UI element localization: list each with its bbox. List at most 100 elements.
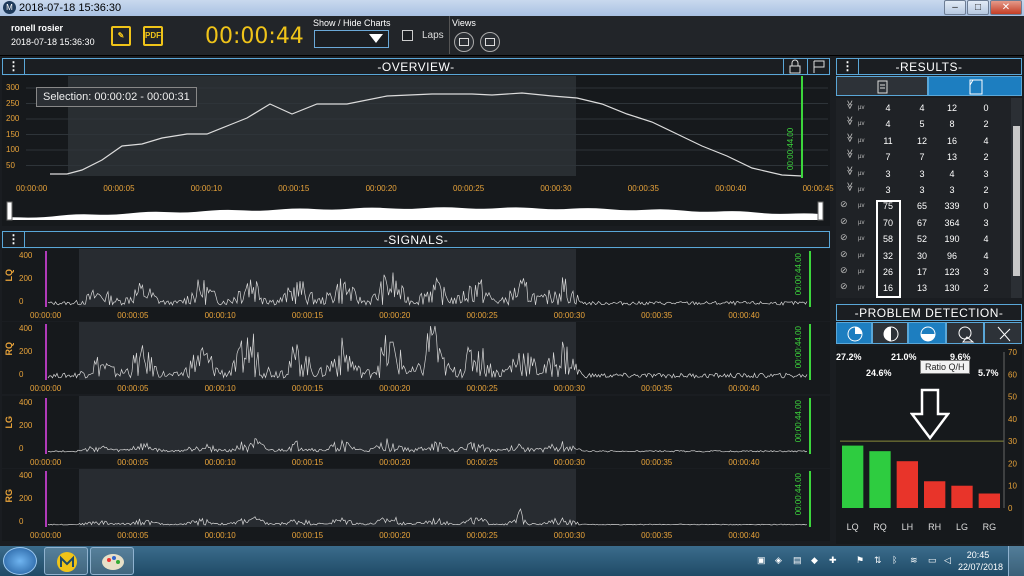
table-row[interactable]: ⊘ µv 70 67 364 3 [836, 215, 1011, 231]
table-row[interactable]: ≫ µv 3 3 3 2 [836, 182, 1011, 198]
table-row[interactable]: ⊘ µv 26 17 123 3 [836, 264, 1011, 280]
volume-icon[interactable]: ◁ [944, 555, 954, 565]
table-cell: 96 [946, 250, 957, 261]
notes-icon[interactable]: ✎ [111, 26, 131, 46]
minimize-button[interactable]: – [944, 0, 966, 15]
tray-icon-arrows[interactable]: ⇅ [874, 555, 884, 565]
range-handle-right[interactable] [817, 201, 824, 221]
unit-label: µv [858, 170, 865, 177]
overview-x-tick: 00:00:15 [278, 184, 310, 193]
results-scrollbar[interactable] [1011, 98, 1022, 298]
battery-icon[interactable]: ▭ [928, 555, 938, 565]
symmetry-tab[interactable] [872, 322, 908, 344]
signal-x-tick: 00:00:35 [641, 311, 673, 320]
laps-label: Laps [422, 30, 444, 41]
double-chevron-icon: ≫ [845, 132, 855, 143]
results-tab-detail[interactable] [928, 76, 1022, 96]
view-single-button[interactable] [454, 32, 474, 52]
overview-x-tick: 00:00:40 [715, 184, 747, 193]
warning-tab[interactable] [946, 322, 984, 344]
table-cell: 123 [944, 267, 960, 277]
view-dual-button[interactable] [480, 32, 500, 52]
bar-lg[interactable] [951, 485, 973, 508]
wifi-icon[interactable]: ≋ [910, 555, 920, 565]
signal-y-tick: 0 [19, 444, 24, 453]
flag-icon[interactable] [807, 59, 829, 74]
table-row[interactable]: ⊘ µv 75 65 339 0 [836, 198, 1011, 214]
signal-channel-rq[interactable]: RQ 400 200 0 00:00:00 00:00:05 00:00:10 00:00:1… [2, 322, 830, 394]
tray-icon-shield[interactable]: ◆ [811, 555, 821, 565]
arrow-down-icon [910, 388, 950, 440]
disabled-tab[interactable] [984, 322, 1022, 344]
taskbar-clock[interactable]: 20:45 22/07/2018 [958, 549, 1003, 573]
signal-x-tick: 00:00:25 [466, 384, 498, 393]
table-row[interactable]: ⊘ µv 32 30 96 4 [836, 248, 1011, 264]
lock-icon[interactable] [783, 59, 805, 74]
selection-region [79, 469, 576, 527]
bar-rg[interactable] [978, 493, 1000, 508]
monitor-icon [485, 38, 495, 46]
session-date: 2018-07-18 15:36:30 [11, 37, 95, 47]
signal-x-tick: 00:00:00 [30, 531, 62, 540]
overview-y-tick: 150 [6, 129, 20, 139]
bar-rh[interactable] [924, 481, 946, 508]
pie-chart-tab[interactable] [836, 322, 872, 344]
laps-checkbox[interactable] [402, 30, 413, 41]
tray-icon-network[interactable]: ▣ [757, 555, 767, 565]
tray-icon-app[interactable]: ◈ [775, 555, 785, 565]
table-row[interactable]: ≫ µv 4 4 12 0 [836, 100, 1011, 116]
tray-icon-flag[interactable]: ⚑ [856, 555, 866, 565]
overview-chart[interactable]: 300 250 200 150 100 50 00:00:00 00:00:05 00:00:… [2, 76, 834, 226]
table-row[interactable]: ≫ µv 11 12 16 4 [836, 133, 1011, 149]
x-tick-label: LQ [847, 522, 859, 532]
table-cell: 13 [916, 283, 927, 294]
start-button[interactable] [3, 547, 37, 575]
table-row[interactable]: ≫ µv 7 7 13 2 [836, 149, 1011, 165]
bar-lq[interactable] [842, 445, 864, 508]
scrollbar-thumb[interactable] [1013, 126, 1020, 276]
x-tick-label: RQ [873, 522, 887, 532]
table-cell: 4 [949, 168, 955, 179]
show-hide-charts-dropdown[interactable] [314, 30, 389, 48]
bar-lh[interactable] [896, 461, 918, 508]
tray-icon-display[interactable]: ▤ [793, 555, 803, 565]
bluetooth-icon[interactable]: ᛒ [892, 555, 902, 565]
results-tab-summary[interactable] [836, 76, 928, 96]
table-row[interactable]: ≫ µv 3 3 4 3 [836, 166, 1011, 182]
table-row[interactable]: ⊘ µv 16 13 130 2 [836, 280, 1011, 296]
unit-label: µv [858, 285, 865, 292]
results-header: ⋮ -RESULTS- [836, 58, 1022, 75]
problem-header: -PROBLEM DETECTION- [836, 304, 1022, 321]
signal-x-tick: 00:00:15 [291, 311, 324, 320]
tray-icon-tool[interactable]: ✚ [829, 555, 839, 565]
table-cell: 4 [885, 119, 891, 130]
close-button[interactable]: ✕ [990, 0, 1022, 15]
window-title: 2018-07-18 15:36:30 [19, 2, 122, 14]
user-name: ronell rosier [11, 23, 64, 33]
y-tick-label: 70 [1008, 348, 1017, 357]
y-tick-label: 30 [1008, 437, 1017, 446]
electrode-icon: ⊘ [840, 215, 848, 226]
signal-channel-lq[interactable]: LQ 400 200 0 00:00:00 00:00:05 00:00:10 00:00:1… [2, 249, 830, 321]
table-row[interactable]: ⊘ µv 58 52 190 4 [836, 231, 1011, 247]
table-cell: 4 [983, 234, 989, 245]
range-handle-left[interactable] [6, 201, 13, 221]
ratio-tab[interactable] [908, 322, 946, 344]
overview-y-tick: 100 [6, 145, 20, 154]
signal-y-tick: 200 [19, 347, 33, 356]
overview-x-tick: 00:00:05 [103, 184, 135, 193]
taskbar-app-paint[interactable] [90, 547, 134, 575]
signal-channel-rg[interactable]: RG 400 200 0 00:00:00 00:00:05 00:00:10 00:00:1… [2, 469, 830, 541]
overview-title: -OVERVIEW- [377, 60, 455, 74]
pdf-export-button[interactable]: PDF [143, 26, 163, 46]
signal-x-tick: 00:00:30 [553, 384, 585, 393]
table-cell: 7 [885, 152, 891, 163]
maximize-button[interactable]: □ [967, 0, 989, 15]
bar-rq[interactable] [869, 451, 891, 508]
signal-channel-lg[interactable]: LG 400 200 0 00:00:00 00:00:05 00:00:10 00:00:1… [2, 396, 830, 468]
taskbar-app-myoline[interactable] [44, 547, 88, 575]
show-desktop-button[interactable] [1008, 546, 1024, 576]
signal-x-tick: 00:00:40 [728, 531, 760, 540]
y-tick-label: 40 [1008, 415, 1017, 424]
table-row[interactable]: ≫ µv 4 5 8 2 [836, 116, 1011, 132]
